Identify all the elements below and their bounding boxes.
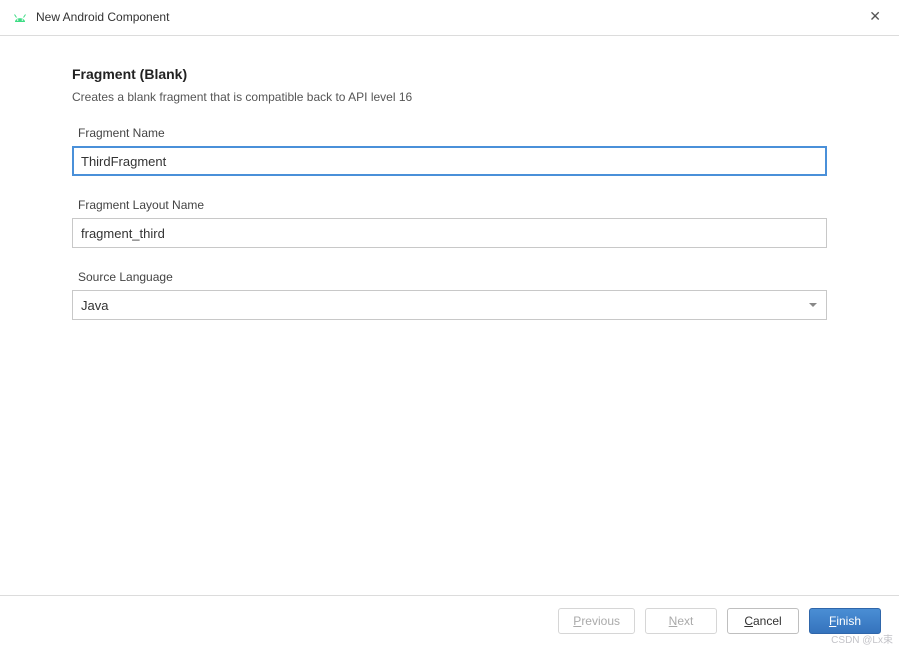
layout-name-input[interactable]: [72, 218, 827, 248]
next-button[interactable]: Next: [645, 608, 717, 634]
source-language-block: Source Language Java: [72, 270, 827, 320]
footer: Previous Next Cancel Finish CSDN @Lx束: [0, 595, 899, 648]
next-button-rest: ext: [677, 614, 693, 628]
next-button-mnemonic: N: [669, 614, 678, 628]
finish-button-rest: inish: [836, 614, 861, 628]
finish-button[interactable]: Finish: [809, 608, 881, 634]
layout-name-label: Fragment Layout Name: [72, 198, 827, 212]
android-icon: [12, 11, 28, 23]
layout-name-block: Fragment Layout Name: [72, 198, 827, 248]
close-icon[interactable]: ✕: [863, 6, 887, 27]
cancel-button-rest: ancel: [753, 614, 782, 628]
previous-button[interactable]: Previous: [558, 608, 635, 634]
source-language-value: Java: [72, 290, 827, 320]
fragment-name-input[interactable]: [72, 146, 827, 176]
cancel-button-mnemonic: C: [744, 614, 753, 628]
titlebar: New Android Component ✕: [0, 0, 899, 36]
previous-button-rest: revious: [581, 614, 620, 628]
page-title: Fragment (Blank): [72, 66, 827, 82]
finish-button-mnemonic: F: [829, 614, 836, 628]
fragment-name-block: Fragment Name: [72, 126, 827, 176]
page-subtitle: Creates a blank fragment that is compati…: [72, 90, 827, 104]
chevron-down-icon: [809, 303, 817, 307]
content-area: Fragment (Blank) Creates a blank fragmen…: [0, 36, 899, 595]
fragment-name-label: Fragment Name: [72, 126, 827, 140]
source-language-select[interactable]: Java: [72, 290, 827, 320]
source-language-label: Source Language: [72, 270, 827, 284]
window-title: New Android Component: [36, 10, 169, 24]
previous-button-mnemonic: P: [573, 614, 581, 628]
titlebar-left: New Android Component: [12, 10, 169, 24]
cancel-button[interactable]: Cancel: [727, 608, 799, 634]
